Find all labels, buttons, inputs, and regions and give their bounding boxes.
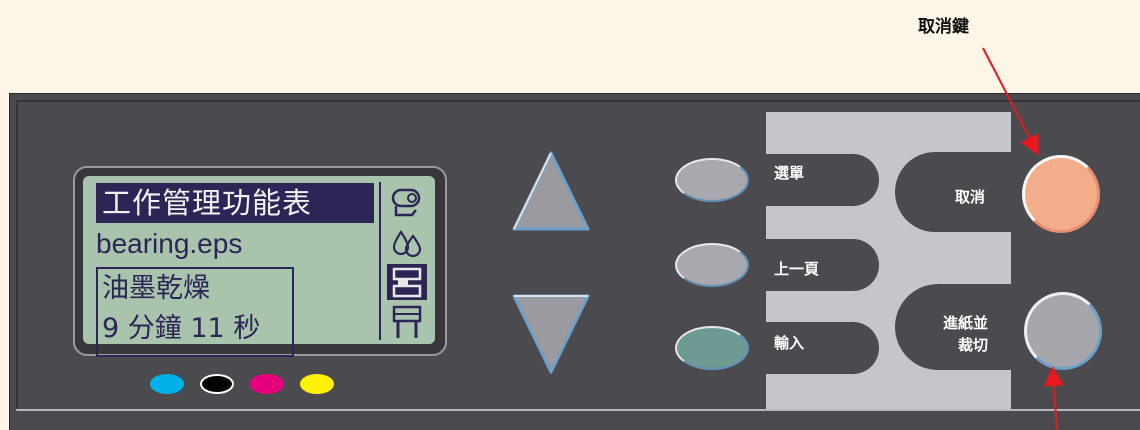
ink-drops-icon	[387, 224, 427, 260]
lcd-screen: 工作管理功能表 bearing.eps 油墨乾燥 9 分鐘 11 秒	[83, 176, 435, 357]
menu-button[interactable]	[675, 158, 749, 202]
lcd-status-box: 油墨乾燥 9 分鐘 11 秒	[96, 267, 294, 357]
previous-page-button[interactable]	[675, 243, 749, 287]
magenta-ink-indicator	[250, 374, 284, 394]
lcd-display: 工作管理功能表 bearing.eps 油墨乾燥 9 分鐘 11 秒	[73, 166, 447, 357]
enter-button-label: 輸入	[774, 334, 805, 352]
enter-button[interactable]	[675, 326, 749, 370]
printer-front-panel: 工作管理功能表 bearing.eps 油墨乾燥 9 分鐘 11 秒 選單 上一…	[9, 93, 1140, 430]
printer-icon	[387, 304, 427, 340]
cyan-ink-indicator	[150, 374, 184, 394]
feed-cut-label-line1: 進紙並	[943, 314, 989, 332]
up-arrow-button[interactable]	[510, 149, 592, 235]
lcd-status-line: 油墨乾燥	[102, 273, 210, 304]
lcd-menu-title: 工作管理功能表	[96, 183, 374, 223]
lcd-filename: bearing.eps	[96, 228, 243, 259]
feed-cut-label-line2: 裁切	[958, 336, 989, 354]
cancel-key-callout: 取消鍵	[918, 17, 969, 37]
cancel-button-frame	[895, 152, 1140, 232]
cancel-button[interactable]	[1022, 155, 1100, 233]
down-arrow-button[interactable]	[510, 290, 592, 376]
previous-page-label: 上一頁	[774, 260, 820, 278]
menu-button-label: 選單	[774, 164, 805, 182]
feed-cut-label: 進紙並 裁切	[928, 312, 988, 356]
job-queue-icon	[387, 264, 427, 300]
paper-roll-icon	[387, 184, 427, 220]
yellow-ink-indicator	[300, 374, 334, 394]
cancel-button-label: 取消	[955, 188, 986, 206]
feed-and-cut-button[interactable]	[1024, 292, 1102, 370]
lcd-status-time: 9 分鐘 11 秒	[102, 313, 261, 344]
black-ink-indicator	[200, 374, 234, 394]
